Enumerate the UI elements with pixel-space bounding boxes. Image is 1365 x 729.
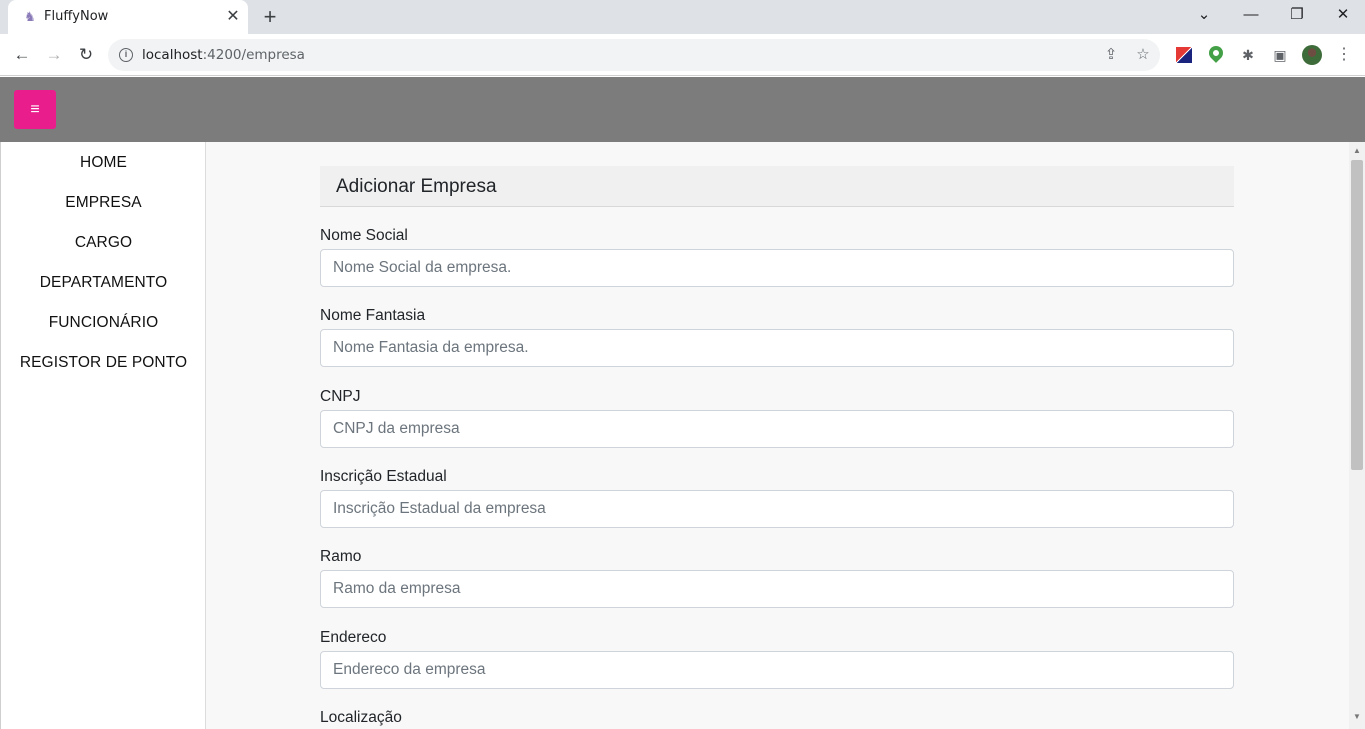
sidebar-item-cargo[interactable]: CARGO: [1, 234, 206, 252]
nome-fantasia-input[interactable]: [320, 329, 1234, 367]
extensions-puzzle-icon[interactable]: ✱: [1239, 46, 1257, 64]
back-arrow-icon[interactable]: ←: [9, 42, 35, 68]
share-icon[interactable]: ⇪: [1101, 45, 1121, 65]
restore-button[interactable]: ❐: [1274, 0, 1320, 32]
url-text[interactable]: localhost:4200/empresa: [142, 47, 305, 63]
sidebar-item-funcionario[interactable]: FUNCIONÁRIO: [1, 314, 206, 332]
tab-search-icon[interactable]: ⌄: [1181, 0, 1227, 32]
sidebar-item-home[interactable]: HOME: [1, 154, 206, 172]
close-window-button[interactable]: ✕: [1320, 0, 1365, 32]
url-path: :4200/empresa: [202, 47, 305, 63]
scroll-down-arrow-icon[interactable]: ▼: [1349, 712, 1365, 722]
endereco-label: Endereco: [320, 629, 387, 646]
app-header: ≡: [0, 77, 1365, 142]
sidebar-item-registor-de-ponto[interactable]: REGISTOR DE PONTO: [1, 354, 206, 372]
side-panel-icon[interactable]: ▣: [1271, 46, 1289, 64]
extension-flag-icon[interactable]: [1176, 47, 1192, 63]
url-host: localhost: [142, 47, 203, 63]
site-info-icon[interactable]: i: [119, 48, 133, 62]
new-tab-button[interactable]: +: [258, 4, 282, 30]
sidebar-nav: HOME EMPRESA CARGO DEPARTAMENTO FUNCIONÁ…: [0, 142, 206, 729]
ramo-label: Ramo: [320, 548, 362, 565]
tab-title: FluffyNow: [44, 9, 109, 24]
forward-arrow-icon[interactable]: →: [41, 42, 67, 68]
main-content: Adicionar Empresa Nome Social Nome Fanta…: [206, 142, 1349, 729]
page-scrollbar[interactable]: ▲ ▼: [1349, 142, 1365, 729]
bookmark-star-icon[interactable]: ☆: [1133, 45, 1153, 65]
hamburger-menu-button[interactable]: ≡: [14, 90, 56, 129]
minimize-button[interactable]: —: [1228, 0, 1274, 32]
browser-toolbar: ← → ↻ i localhost:4200/empresa ⇪ ☆ ✱ ▣ ⋮: [0, 34, 1365, 76]
form-title: Adicionar Empresa: [336, 176, 497, 197]
nome-social-label: Nome Social: [320, 227, 408, 244]
more-options-icon[interactable]: ⋮: [1335, 46, 1353, 64]
tab-close-icon[interactable]: ✕: [224, 7, 242, 27]
localizacao-label: Localização: [320, 709, 402, 726]
browser-tab[interactable]: ♞ FluffyNow ✕: [8, 0, 248, 34]
endereco-input[interactable]: [320, 651, 1234, 689]
scroll-up-arrow-icon[interactable]: ▲: [1349, 146, 1365, 156]
sidebar-item-empresa[interactable]: EMPRESA: [1, 194, 206, 212]
cnpj-label: CNPJ: [320, 388, 361, 405]
nome-social-input[interactable]: [320, 249, 1234, 287]
scrollbar-thumb[interactable]: [1351, 160, 1363, 470]
reload-icon[interactable]: ↻: [73, 42, 99, 68]
inscricao-estadual-label: Inscrição Estadual: [320, 468, 447, 485]
cnpj-input[interactable]: [320, 410, 1234, 448]
form-card-header: Adicionar Empresa: [320, 166, 1234, 207]
nome-fantasia-label: Nome Fantasia: [320, 307, 426, 324]
address-bar[interactable]: i localhost:4200/empresa ⇪ ☆: [108, 39, 1160, 71]
profile-avatar[interactable]: [1302, 45, 1322, 65]
ramo-input[interactable]: [320, 570, 1234, 608]
app-favicon-icon: ♞: [24, 9, 36, 24]
browser-tab-bar: ♞ FluffyNow ✕ + ⌄ — ❐ ✕: [0, 0, 1365, 34]
sidebar-item-departamento[interactable]: DEPARTAMENTO: [1, 274, 206, 292]
inscricao-estadual-input[interactable]: [320, 490, 1234, 528]
